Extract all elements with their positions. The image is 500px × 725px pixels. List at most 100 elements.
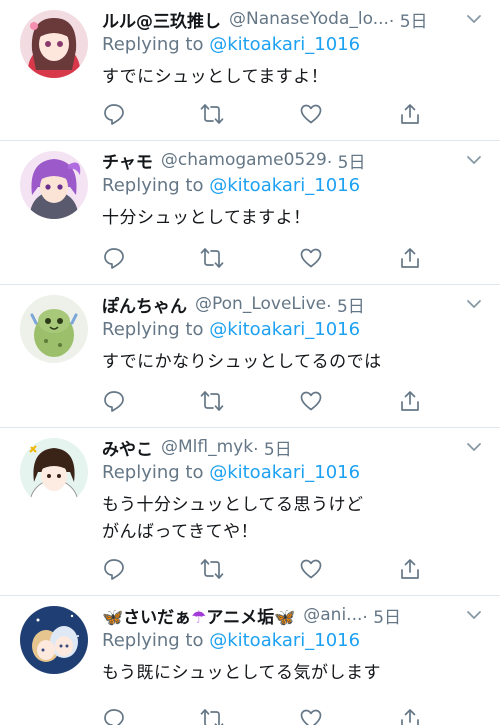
replying-to-label: Replying to	[102, 462, 210, 483]
reply-button[interactable]	[102, 707, 126, 725]
retweet-icon	[200, 391, 224, 411]
retweet-button[interactable]	[200, 246, 224, 270]
display-name[interactable]: ぽんちゃん	[102, 292, 187, 317]
tweet-text-line: がんばってきてや！	[102, 522, 259, 542]
reply-icon	[104, 248, 124, 269]
replying-to-handle[interactable]: @kitoakari_1016	[209, 462, 360, 483]
avatar[interactable]	[20, 10, 88, 78]
tweet-text-line: もう十分シュッとしてる思うけど	[102, 495, 364, 515]
chevron-down-icon[interactable]	[466, 14, 482, 24]
replying-to-handle[interactable]: @kitoakari_1016	[209, 175, 360, 196]
share-icon	[401, 559, 419, 579]
retweet-button[interactable]	[200, 707, 224, 725]
share-icon	[401, 248, 419, 268]
share-button[interactable]	[398, 557, 422, 581]
share-icon	[401, 391, 419, 411]
tweet[interactable]: ぽんちゃん @Pon_LoveLive · 5日 Replying to @ki…	[0, 285, 500, 428]
replying-to-handle[interactable]: @kitoakari_1016	[209, 34, 360, 55]
user-handle[interactable]: @NanaseYoda_lo...	[229, 9, 389, 29]
share-button[interactable]	[398, 246, 422, 270]
butterfly-icon: 🦋	[274, 607, 296, 628]
heart-icon	[300, 709, 322, 725]
retweet-icon	[200, 709, 224, 725]
heart-icon	[300, 559, 322, 579]
avatar[interactable]	[20, 295, 88, 363]
avatar[interactable]	[20, 606, 88, 674]
like-button[interactable]	[299, 707, 323, 725]
retweet-button[interactable]	[200, 557, 224, 581]
replying-to-handle[interactable]: @kitoakari_1016	[209, 319, 360, 340]
like-button[interactable]	[299, 389, 323, 413]
replying-to: Replying to @kitoakari_1016	[102, 34, 360, 55]
retweet-icon	[200, 104, 224, 124]
share-button[interactable]	[398, 102, 422, 126]
tweet-text: もう既にシュッとしてる気がします	[102, 660, 381, 687]
replying-to-label: Replying to	[102, 319, 210, 340]
replying-to-handle[interactable]: @kitoakari_1016	[209, 630, 360, 651]
chevron-down-icon[interactable]	[466, 299, 482, 309]
heart-icon	[300, 391, 322, 411]
replying-to-label: Replying to	[102, 175, 210, 196]
like-button[interactable]	[299, 102, 323, 126]
timestamp[interactable]: · 5日	[327, 148, 366, 173]
tweet-text: もう十分シュッとしてる思うけど がんばってきてや！	[102, 492, 363, 546]
reply-icon	[104, 709, 124, 725]
butterfly-icon: 🦋	[102, 607, 124, 628]
retweet-icon	[200, 248, 224, 268]
user-handle[interactable]: @Pon_LoveLive	[195, 294, 326, 314]
tweet-header: ルル@三玖推し @NanaseYoda_lo... · 5日	[102, 6, 460, 32]
user-handle[interactable]: @ani...	[303, 605, 362, 625]
display-name-text: さいだぁ	[123, 607, 192, 628]
timestamp[interactable]: · 5日	[253, 435, 292, 460]
reply-button[interactable]	[102, 102, 126, 126]
tweet-text-line: 十分シュッとしてますよ！	[102, 208, 311, 228]
tweet-actions	[102, 389, 426, 413]
display-name[interactable]: みやこ	[102, 435, 153, 460]
tweet-header: みやこ @Mlfl_myk · 5日	[102, 434, 460, 460]
user-handle[interactable]: @chamogame0529	[161, 150, 327, 170]
tweet-text-line: すでにシュッとしてますよ！	[102, 67, 329, 87]
tweet-header: 🦋さいだぁ☂アニメ垢🦋 @ani... · 5日	[102, 602, 460, 628]
replying-to: Replying to @kitoakari_1016	[102, 462, 360, 483]
tweet[interactable]: 🦋さいだぁ☂アニメ垢🦋 @ani... · 5日 Replying to @ki…	[0, 596, 500, 725]
tweet-actions	[102, 246, 426, 270]
tweet-text-line: すでにかなりシュッとしてるのでは	[102, 352, 382, 372]
tweet[interactable]: ルル@三玖推し @NanaseYoda_lo... · 5日 Replying …	[0, 0, 500, 141]
retweet-button[interactable]	[200, 102, 224, 126]
tweet-text: 十分シュッとしてますよ！	[102, 205, 311, 232]
chevron-down-icon[interactable]	[466, 610, 482, 620]
tweet-text-line: もう既にシュッとしてる気がします	[102, 663, 381, 683]
chevron-down-icon[interactable]	[466, 155, 482, 165]
like-button[interactable]	[299, 557, 323, 581]
heart-icon	[300, 104, 322, 124]
reply-button[interactable]	[102, 557, 126, 581]
share-icon	[401, 709, 419, 725]
reply-button[interactable]	[102, 246, 126, 270]
user-handle[interactable]: @Mlfl_myk	[161, 437, 253, 457]
reply-button[interactable]	[102, 389, 126, 413]
tweet-header: チャモ @chamogame0529 · 5日	[102, 147, 460, 173]
tweet-text: すでにシュッとしてますよ！	[102, 64, 328, 91]
avatar[interactable]	[20, 438, 88, 506]
reply-icon	[104, 559, 124, 580]
share-button[interactable]	[398, 707, 422, 725]
display-name[interactable]: チャモ	[102, 148, 153, 173]
share-button[interactable]	[398, 389, 422, 413]
timestamp[interactable]: · 5日	[389, 7, 428, 32]
tweet-actions	[102, 557, 426, 581]
like-button[interactable]	[299, 246, 323, 270]
reply-icon	[104, 104, 124, 125]
avatar[interactable]	[20, 151, 88, 219]
replying-to-label: Replying to	[102, 630, 210, 651]
display-name[interactable]: ルル@三玖推し	[102, 7, 221, 32]
timestamp[interactable]: · 5日	[326, 292, 365, 317]
reply-feed: ルル@三玖推し @NanaseYoda_lo... · 5日 Replying …	[0, 0, 500, 725]
retweet-button[interactable]	[200, 389, 224, 413]
timestamp[interactable]: · 5日	[362, 603, 401, 628]
tweet-text: すでにかなりシュッとしてるのでは	[102, 349, 382, 376]
tweet[interactable]: チャモ @chamogame0529 · 5日 Replying to @kit…	[0, 141, 500, 285]
chevron-down-icon[interactable]	[466, 442, 482, 452]
replying-to: Replying to @kitoakari_1016	[102, 630, 360, 651]
display-name[interactable]: 🦋さいだぁ☂アニメ垢🦋	[102, 603, 295, 628]
tweet[interactable]: みやこ @Mlfl_myk · 5日 Replying to @kitoakar…	[0, 428, 500, 596]
